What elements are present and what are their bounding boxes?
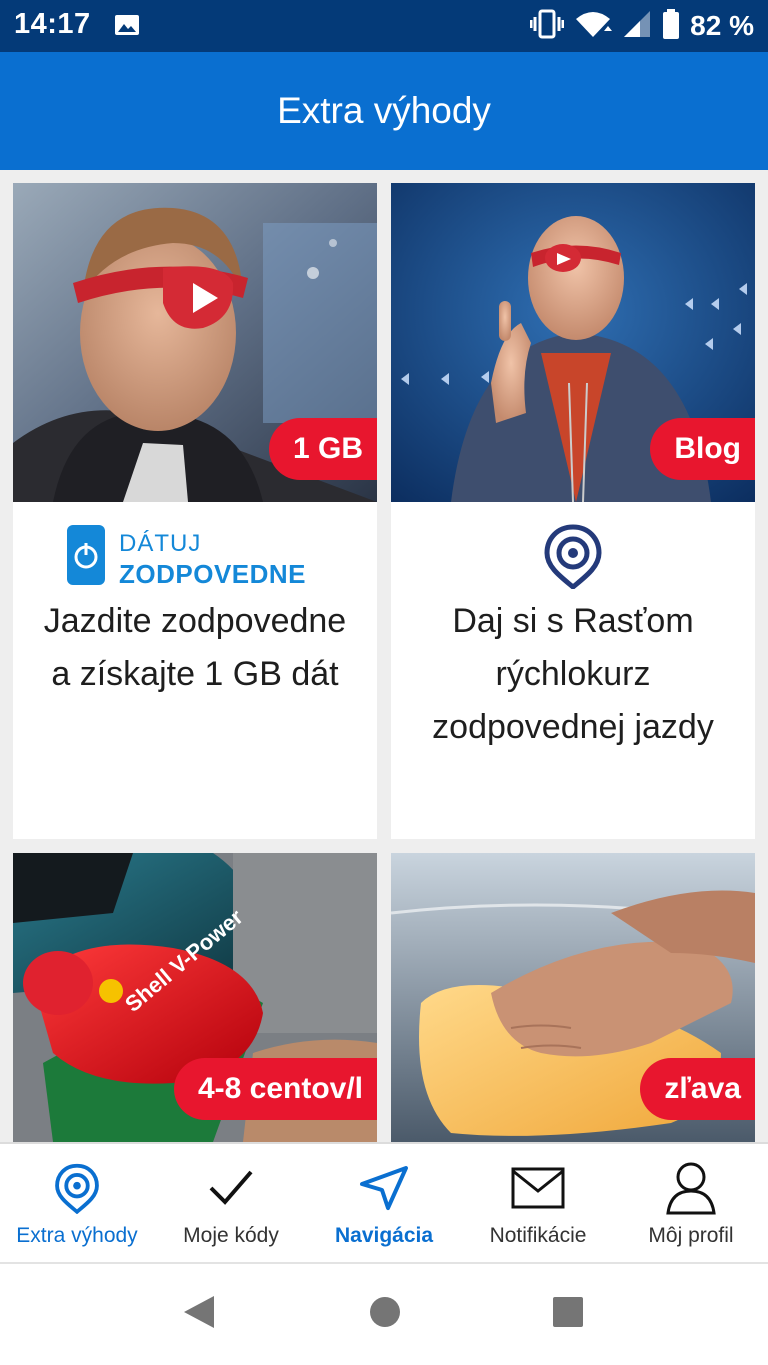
status-bar: 14:17 82 % [0, 0, 768, 52]
system-navigation-bar [0, 1264, 768, 1365]
image-icon [114, 12, 140, 43]
offer-image-car-polish: zľava [391, 853, 755, 1142]
back-icon[interactable] [182, 1294, 216, 1335]
nav-notifikacie[interactable]: Notifikácie [461, 1144, 615, 1264]
status-time: 14:17 [14, 8, 91, 40]
offer-card-fuel[interactable]: Shell V-Power 4-8 centov/l [13, 853, 377, 1142]
battery-percent: 82 % [690, 10, 754, 41]
offer-card-carcare[interactable]: zľava [391, 853, 755, 1142]
location-target-icon [0, 1160, 154, 1216]
offer-description: Daj si s Rasťom rýchlokurz zodpovednej j… [432, 602, 714, 746]
offers-grid[interactable]: 1 GB DÁTUJ ZODPOVEDNE Jazdite zodpovedne… [0, 170, 768, 1142]
nav-label: Moje kódy [183, 1224, 279, 1247]
nav-moj-profil[interactable]: Môj profil [614, 1144, 768, 1264]
user-icon [614, 1160, 768, 1216]
offer-card-data[interactable]: 1 GB DÁTUJ ZODPOVEDNE Jazdite zodpovedne… [13, 183, 377, 839]
page-title: Extra výhody [277, 90, 491, 131]
offer-description: Jazdite zodpovedne a získajte 1 GB dát [43, 602, 347, 693]
app-header: Extra výhody [0, 52, 768, 170]
logo-line2: ZODPOVEDNE [119, 559, 306, 587]
nav-moje-kody[interactable]: Moje kódy [154, 1144, 308, 1264]
offer-card-blog[interactable]: Blog Daj si s Rasťom rýchlokurz zodpoved… [391, 183, 755, 839]
offer-badge: 1 GB [268, 418, 377, 480]
check-icon [154, 1160, 308, 1216]
location-target-icon [391, 523, 755, 589]
recents-icon[interactable] [551, 1294, 585, 1335]
datuj-zodpovedne-logo: DÁTUJ ZODPOVEDNE [13, 523, 377, 587]
battery-icon [662, 8, 680, 44]
envelope-icon [461, 1160, 615, 1216]
offer-image-blogger: Blog [391, 183, 755, 502]
bottom-navigation: Extra výhody Moje kódy Navigácia Notifik… [0, 1142, 768, 1264]
offer-badge: Blog [650, 418, 755, 480]
offer-image-fuel-nozzle: Shell V-Power 4-8 centov/l [13, 853, 377, 1142]
logo-line1: DÁTUJ [119, 530, 201, 557]
vibrate-icon [529, 9, 565, 44]
status-icons: 82 % [529, 8, 754, 44]
offer-image-driver: 1 GB [13, 183, 377, 502]
signal-icon [622, 9, 652, 44]
nav-extra-vyhody[interactable]: Extra výhody [0, 1144, 154, 1264]
nav-label: Notifikácie [489, 1224, 587, 1247]
offer-badge: 4-8 centov/l [173, 1058, 377, 1120]
navigation-arrow-icon [307, 1160, 461, 1216]
nav-label: Extra výhody [16, 1224, 138, 1247]
nav-label: Navigácia [334, 1224, 434, 1247]
offer-badge: zľava [640, 1058, 755, 1120]
home-icon[interactable] [368, 1294, 402, 1335]
nav-label: Môj profil [648, 1224, 734, 1247]
wifi-icon [574, 9, 613, 44]
nav-navigacia[interactable]: Navigácia [307, 1144, 461, 1264]
